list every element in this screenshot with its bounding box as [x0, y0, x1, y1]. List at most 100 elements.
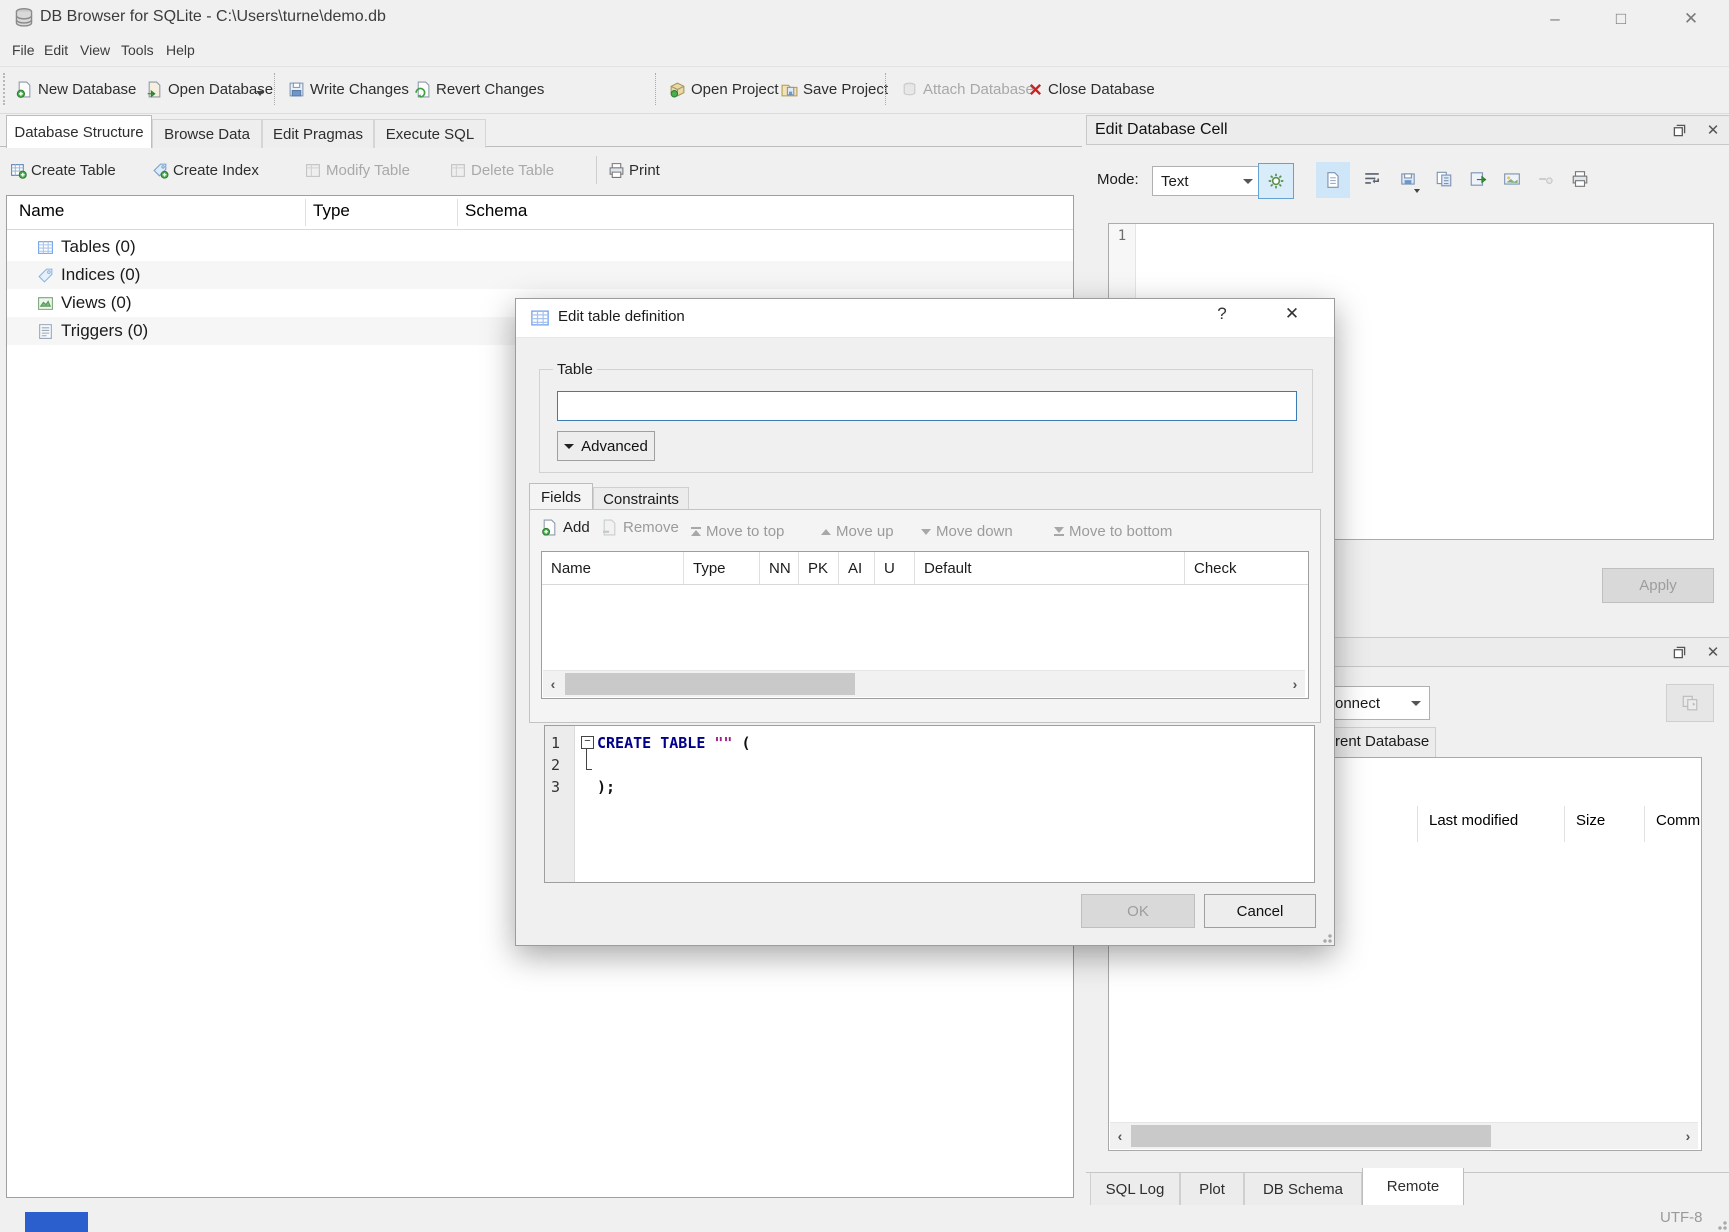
- dialog-close-button[interactable]: ✕: [1274, 304, 1310, 332]
- column-divider[interactable]: [457, 199, 458, 226]
- maximize-button[interactable]: □: [1598, 6, 1644, 32]
- write-changes-button[interactable]: Write Changes: [282, 70, 415, 108]
- remote-column-commit[interactable]: Comm: [1656, 812, 1700, 829]
- print-button[interactable]: Print: [608, 153, 660, 187]
- close-database-button[interactable]: Close Database: [1022, 70, 1161, 108]
- close-panel-icon[interactable]: ✕: [1701, 641, 1725, 663]
- create-table-button[interactable]: Create Table: [10, 153, 116, 187]
- tree-column-schema[interactable]: Schema: [465, 201, 527, 221]
- scrollbar-thumb[interactable]: [565, 673, 855, 695]
- fields-horizontal-scrollbar[interactable]: ‹ ›: [543, 670, 1305, 697]
- open-database-dropdown-arrow[interactable]: [256, 91, 264, 96]
- menu-view[interactable]: View: [74, 39, 116, 61]
- open-project-button[interactable]: Open Project: [663, 70, 785, 108]
- col-u[interactable]: U: [875, 552, 915, 584]
- write-changes-icon: [288, 81, 305, 98]
- tab-remote[interactable]: Remote: [1362, 1168, 1464, 1206]
- scroll-left-icon[interactable]: ‹: [1110, 1123, 1130, 1149]
- save-project-icon: [781, 81, 798, 98]
- col-default[interactable]: Default: [915, 552, 1185, 584]
- export-data-button[interactable]: [1428, 163, 1460, 195]
- auto-switch-mode-button[interactable]: [1258, 163, 1294, 199]
- taskbar-fragment: [25, 1212, 88, 1232]
- menu-file[interactable]: File: [6, 39, 41, 61]
- new-database-button[interactable]: New Database: [10, 70, 142, 108]
- tab-sql-log[interactable]: SQL Log: [1090, 1173, 1180, 1206]
- table-name-input[interactable]: [557, 391, 1297, 421]
- tab-plot[interactable]: Plot: [1180, 1173, 1244, 1206]
- tab-database-structure[interactable]: Database Structure: [6, 115, 152, 148]
- word-wrap-button[interactable]: [1356, 163, 1388, 195]
- dialog-title-bar: Edit table definition ? ✕: [516, 299, 1334, 338]
- import-dropdown-arrow[interactable]: [1414, 189, 1420, 193]
- remote-horizontal-scrollbar[interactable]: ‹ ›: [1110, 1122, 1698, 1149]
- close-button[interactable]: ✕: [1668, 6, 1714, 32]
- import-data-button[interactable]: [1392, 163, 1424, 195]
- advanced-toggle-button[interactable]: Advanced: [557, 431, 655, 461]
- fold-marker-icon[interactable]: −: [581, 736, 594, 749]
- col-nn[interactable]: NN: [760, 552, 799, 584]
- image-viewer-button[interactable]: [1496, 163, 1528, 195]
- float-panel-icon[interactable]: [1667, 641, 1691, 663]
- create-index-icon: [152, 162, 169, 179]
- scroll-left-icon[interactable]: ‹: [543, 671, 563, 697]
- column-divider[interactable]: [1644, 806, 1645, 842]
- remote-clone-button: [1666, 684, 1714, 722]
- menu-tools[interactable]: Tools: [115, 39, 160, 61]
- fields-table: Name Type NN PK AI U Default Check ‹ ›: [541, 551, 1309, 699]
- cancel-button[interactable]: Cancel: [1204, 894, 1316, 928]
- float-panel-icon[interactable]: [1667, 119, 1691, 141]
- app-window: DB Browser for SQLite - C:\Users\turne\d…: [0, 0, 1729, 1232]
- fields-table-header: Name Type NN PK AI U Default Check: [542, 552, 1308, 585]
- tab-db-schema[interactable]: DB Schema: [1244, 1173, 1362, 1206]
- create-index-button[interactable]: Create Index: [152, 153, 259, 187]
- scroll-right-icon[interactable]: ›: [1678, 1123, 1698, 1149]
- export-icon: [1435, 170, 1453, 188]
- tab-browse-data[interactable]: Browse Data: [152, 119, 262, 148]
- resize-grip[interactable]: [1715, 1218, 1727, 1230]
- help-button[interactable]: ?: [1204, 304, 1240, 332]
- open-database-button[interactable]: Open Database: [140, 70, 279, 108]
- column-divider[interactable]: [1417, 806, 1418, 842]
- chevron-down-icon: [1243, 179, 1253, 184]
- menu-help[interactable]: Help: [160, 39, 201, 61]
- add-field-button[interactable]: Add: [541, 519, 590, 536]
- dialog-resize-grip[interactable]: [1320, 931, 1332, 943]
- tab-edit-pragmas[interactable]: Edit Pragmas: [262, 119, 374, 148]
- toolbar-grip[interactable]: [3, 73, 8, 105]
- encoding-indicator[interactable]: UTF-8: [1660, 1209, 1703, 1226]
- col-type[interactable]: Type: [684, 552, 760, 584]
- save-project-button[interactable]: Save Project: [775, 70, 894, 108]
- tree-column-type[interactable]: Type: [313, 201, 350, 221]
- col-pk[interactable]: PK: [799, 552, 839, 584]
- col-ai[interactable]: AI: [839, 552, 875, 584]
- col-name[interactable]: Name: [542, 552, 684, 584]
- mode-select[interactable]: Text: [1152, 166, 1262, 196]
- table-group-label: Table: [553, 361, 597, 378]
- tab-constraints[interactable]: Constraints: [593, 487, 689, 511]
- view-icon: [37, 295, 54, 312]
- remote-column-size[interactable]: Size: [1576, 812, 1605, 829]
- move-to-top-button: Move to top: [691, 523, 784, 540]
- gear-icon: [1267, 172, 1285, 190]
- scroll-right-icon[interactable]: ›: [1285, 671, 1305, 697]
- tree-row-tables[interactable]: Tables (0): [7, 233, 1073, 261]
- remote-column-last-modified[interactable]: Last modified: [1429, 812, 1518, 829]
- tab-execute-sql[interactable]: Execute SQL: [374, 119, 486, 148]
- fold-line-end: [587, 769, 592, 770]
- open-in-external-button[interactable]: [1462, 163, 1494, 195]
- close-panel-icon[interactable]: ✕: [1701, 119, 1725, 141]
- tab-fields[interactable]: Fields: [529, 483, 593, 511]
- menu-edit[interactable]: Edit: [38, 39, 74, 61]
- modify-table-icon: [305, 162, 322, 179]
- tree-row-indices[interactable]: Indices (0): [7, 261, 1073, 289]
- print-cell-button[interactable]: [1564, 163, 1596, 195]
- scrollbar-thumb[interactable]: [1131, 1125, 1491, 1147]
- tree-column-name[interactable]: Name: [19, 201, 64, 221]
- col-check[interactable]: Check: [1185, 552, 1307, 584]
- column-divider[interactable]: [305, 199, 306, 226]
- text-mode-toggle-button[interactable]: [1316, 162, 1350, 198]
- minimize-button[interactable]: –: [1532, 6, 1578, 32]
- revert-changes-button[interactable]: Revert Changes: [408, 70, 550, 108]
- column-divider[interactable]: [1564, 806, 1565, 842]
